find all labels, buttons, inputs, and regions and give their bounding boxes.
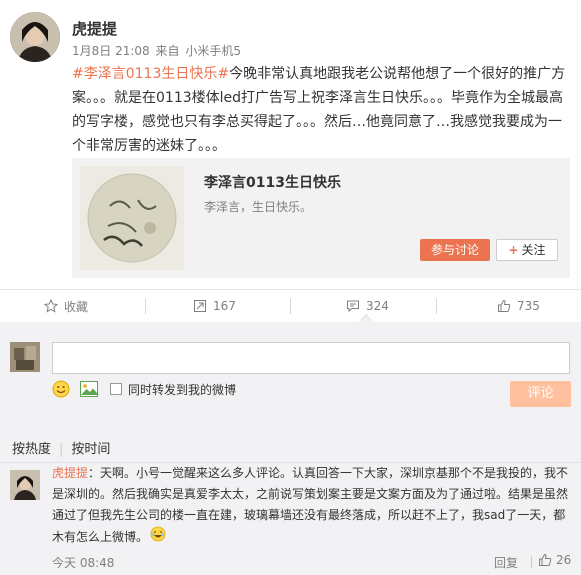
post-content: #李泽言0113生日快乐#今晚非常认真地跟我老公说帮他想了一个很好的推广方案。。…: [72, 62, 572, 158]
picture-icon: [80, 381, 98, 397]
comment-text: 虎提提：天啊。小号一觉醒来这么多人评论。认真回答一下大家，深圳京基那个不是我投的…: [52, 463, 572, 549]
smiley-icon: [52, 380, 70, 398]
submit-comment-button[interactable]: 评论: [510, 381, 571, 407]
topic-card-image: [80, 166, 184, 270]
post-hashtag[interactable]: #李泽言0113生日快乐#: [72, 66, 229, 82]
repost-icon: [194, 300, 206, 312]
comment-action-divider: [531, 556, 532, 568]
topic-card-description: 李泽言，生日快乐。: [204, 200, 313, 214]
action-separator: [290, 298, 291, 314]
like-button[interactable]: 735: [497, 290, 540, 322]
post-source-prefix: 来自: [155, 44, 180, 58]
like-count: 735: [517, 299, 540, 313]
follow-label: 关注: [521, 243, 546, 257]
post-date[interactable]: 1月8日 21:08: [72, 44, 150, 58]
favorite-button[interactable]: 收藏: [44, 290, 88, 322]
sort-by-time[interactable]: 按时间: [71, 442, 110, 457]
user-avatar[interactable]: [10, 12, 60, 62]
action-separator: [145, 298, 146, 314]
action-separator: [436, 298, 437, 314]
plus-icon: +: [508, 243, 519, 257]
sort-by-hot[interactable]: 按热度: [12, 442, 51, 457]
sort-separator: |: [59, 442, 64, 457]
follow-topic-button[interactable]: + 关注: [496, 239, 558, 261]
topic-card[interactable]: 李泽言0113生日快乐 李泽言，生日快乐。 参与讨论 + 关注: [72, 158, 570, 278]
topic-card-title[interactable]: 李泽言0113生日快乐: [204, 172, 341, 192]
comment-input[interactable]: [52, 342, 570, 374]
post-username[interactable]: 虎提提: [72, 18, 117, 39]
join-discussion-button[interactable]: 参与讨论: [420, 239, 490, 261]
image-button[interactable]: [80, 381, 98, 397]
comment-count: 324: [366, 299, 389, 313]
repost-checkbox-label: 同时转发到我的微博: [128, 383, 237, 397]
emoji-button[interactable]: [52, 380, 70, 398]
post-source[interactable]: 小米手机5: [185, 44, 241, 58]
my-avatar[interactable]: [10, 342, 40, 372]
thumbs-up-icon: [498, 299, 511, 312]
comment-pointer-inner: [360, 316, 372, 322]
comment-sort-bar: 按热度 | 按时间: [12, 438, 110, 457]
post-meta: 1月8日 21:08 来自 小米手机5: [72, 42, 243, 59]
post-actions: 收藏 167 324 735: [0, 290, 581, 322]
favorite-label: 收藏: [64, 299, 89, 314]
comment-body: ：天啊。小号一觉醒来这么多人评论。认真回答一下大家，深圳京基那个不是我投的，我不…: [52, 466, 569, 544]
weibo-post: 虎提提 1月8日 21:08 来自 小米手机5 #李泽言0113生日快乐#今晚非…: [0, 0, 581, 322]
comment-time: 今天 08:48: [52, 556, 115, 570]
comment-like-button[interactable]: 26: [538, 553, 571, 567]
comment-icon: [347, 300, 359, 313]
repost-button[interactable]: 167: [193, 290, 236, 322]
thumbs-up-icon: [539, 553, 552, 566]
star-icon: [44, 299, 58, 313]
comment-username[interactable]: 虎提提: [52, 466, 88, 480]
repost-checkbox[interactable]: [110, 383, 122, 395]
repost-count: 167: [213, 299, 236, 313]
laughing-emoji-icon: [150, 526, 166, 549]
comment-section: 同时转发到我的微博 评论 按热度 | 按时间 虎提提：天啊。小号一觉醒来这么多人评论…: [0, 322, 581, 575]
comment-like-count: 26: [556, 553, 572, 567]
reply-button[interactable]: 回复: [494, 554, 518, 571]
commenter-avatar[interactable]: [10, 470, 40, 500]
